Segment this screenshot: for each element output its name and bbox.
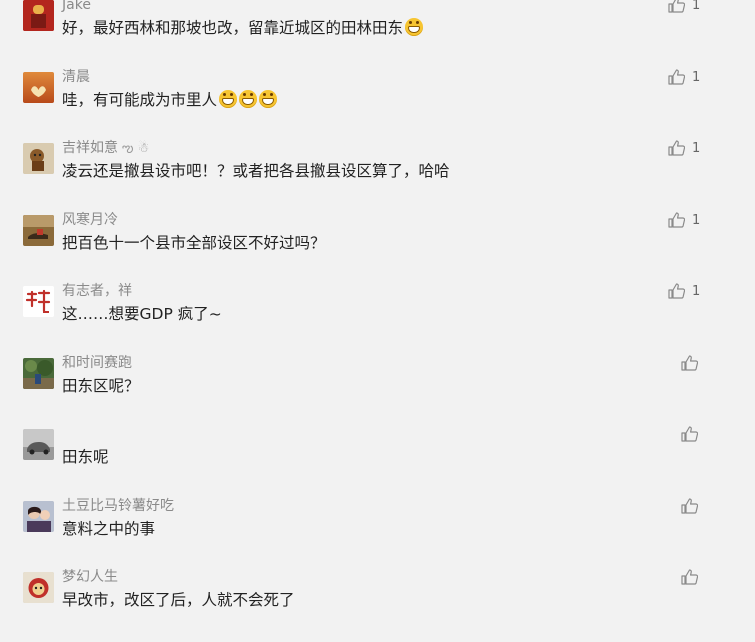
like-count: 1 bbox=[692, 212, 701, 228]
like-button[interactable]: 1 bbox=[668, 281, 700, 301]
nickname-decoration: ఌ ☃ bbox=[122, 141, 150, 156]
grin-emoji-icon bbox=[239, 90, 258, 108]
comment-content: 这……想要GDP 疯了~ bbox=[62, 305, 222, 323]
comment-content: 田东区呢？ bbox=[62, 377, 140, 395]
grin-emoji-icon bbox=[259, 90, 278, 108]
like-button[interactable] bbox=[681, 353, 698, 373]
comment-item: 梦幻人生 早改市，改区了后，人就不会死了 bbox=[0, 569, 755, 642]
avatar[interactable] bbox=[23, 72, 54, 103]
like-button[interactable] bbox=[681, 567, 698, 587]
comment-content: 意料之中的事 bbox=[62, 520, 156, 538]
like-count: 1 bbox=[692, 140, 701, 156]
avatar[interactable] bbox=[23, 501, 54, 532]
avatar[interactable] bbox=[23, 429, 54, 460]
like-button[interactable] bbox=[681, 496, 698, 516]
thumbs-up-icon bbox=[681, 569, 698, 585]
thumbs-up-icon bbox=[668, 69, 685, 85]
avatar[interactable] bbox=[23, 215, 54, 246]
comment-item: Jake 好，最好西林和那坡也改，留靠近城区的田林田东 1 bbox=[0, 0, 755, 70]
thumbs-up-icon bbox=[681, 355, 698, 371]
avatar[interactable] bbox=[23, 572, 54, 603]
comment-nickname[interactable]: 风寒月冷 bbox=[62, 210, 118, 230]
thumbs-up-icon bbox=[668, 212, 685, 228]
like-button[interactable] bbox=[681, 424, 698, 444]
thumbs-up-icon bbox=[681, 498, 698, 514]
comment-content: 好，最好西林和那坡也改，留靠近城区的田林田东 bbox=[62, 17, 424, 39]
comment-item: 和时间赛跑 田东区呢？ bbox=[0, 355, 755, 428]
like-count: 1 bbox=[692, 69, 701, 85]
comment-nickname[interactable]: 有志者，祥 bbox=[62, 281, 132, 301]
avatar[interactable] bbox=[23, 358, 54, 389]
like-count: 1 bbox=[692, 0, 701, 13]
like-button[interactable]: 1 bbox=[668, 138, 700, 158]
thumbs-up-icon bbox=[668, 140, 685, 156]
comment-item: 吉祥如意 ఌ ☃ 凌云还是撤县设市吧！？或者把各县撤县设区算了，哈哈 1 bbox=[0, 140, 755, 213]
thumbs-up-icon bbox=[681, 426, 698, 442]
comment-nickname[interactable]: 和时间赛跑 bbox=[62, 353, 132, 373]
avatar[interactable] bbox=[23, 143, 54, 174]
like-button[interactable]: 1 bbox=[668, 210, 700, 230]
comment-content: 把百色十一个县市全部设区不好过吗？ bbox=[62, 234, 326, 252]
avatar[interactable] bbox=[23, 286, 54, 317]
comment-nickname[interactable]: 土豆比马铃薯好吃 bbox=[62, 496, 174, 516]
comment-nickname[interactable]: 吉祥如意 ఌ ☃ bbox=[62, 138, 149, 159]
comment-content: 凌云还是撤县设市吧！？或者把各县撤县设区算了，哈哈 bbox=[62, 162, 450, 180]
comment-item: 清晨 哇，有可能成为市里人 1 bbox=[0, 69, 755, 142]
grin-emoji-icon bbox=[405, 18, 424, 36]
comment-item: 土豆比马铃薯好吃 意料之中的事 bbox=[0, 498, 755, 571]
comment-item: 有志者，祥 这……想要GDP 疯了~ 1 bbox=[0, 283, 755, 356]
comment-nickname[interactable]: 清晨 bbox=[62, 67, 90, 87]
comment-item: 田东呢 bbox=[0, 426, 755, 499]
like-button[interactable]: 1 bbox=[668, 67, 700, 87]
comment-item: 风寒月冷 把百色十一个县市全部设区不好过吗？ 1 bbox=[0, 212, 755, 285]
comment-content: 早改市，改区了后，人就不会死了 bbox=[62, 591, 295, 609]
comment-content: 哇，有可能成为市里人 bbox=[62, 89, 278, 111]
thumbs-up-icon bbox=[668, 0, 685, 13]
thumbs-up-icon bbox=[668, 283, 685, 299]
grin-emoji-icon bbox=[219, 90, 238, 108]
like-count: 1 bbox=[692, 283, 701, 299]
comment-nickname[interactable]: 梦幻人生 bbox=[62, 567, 118, 587]
comment-content: 田东呢 bbox=[62, 448, 109, 466]
comment-nickname[interactable]: Jake bbox=[62, 0, 91, 15]
like-button[interactable]: 1 bbox=[668, 0, 700, 15]
avatar[interactable] bbox=[23, 0, 54, 31]
